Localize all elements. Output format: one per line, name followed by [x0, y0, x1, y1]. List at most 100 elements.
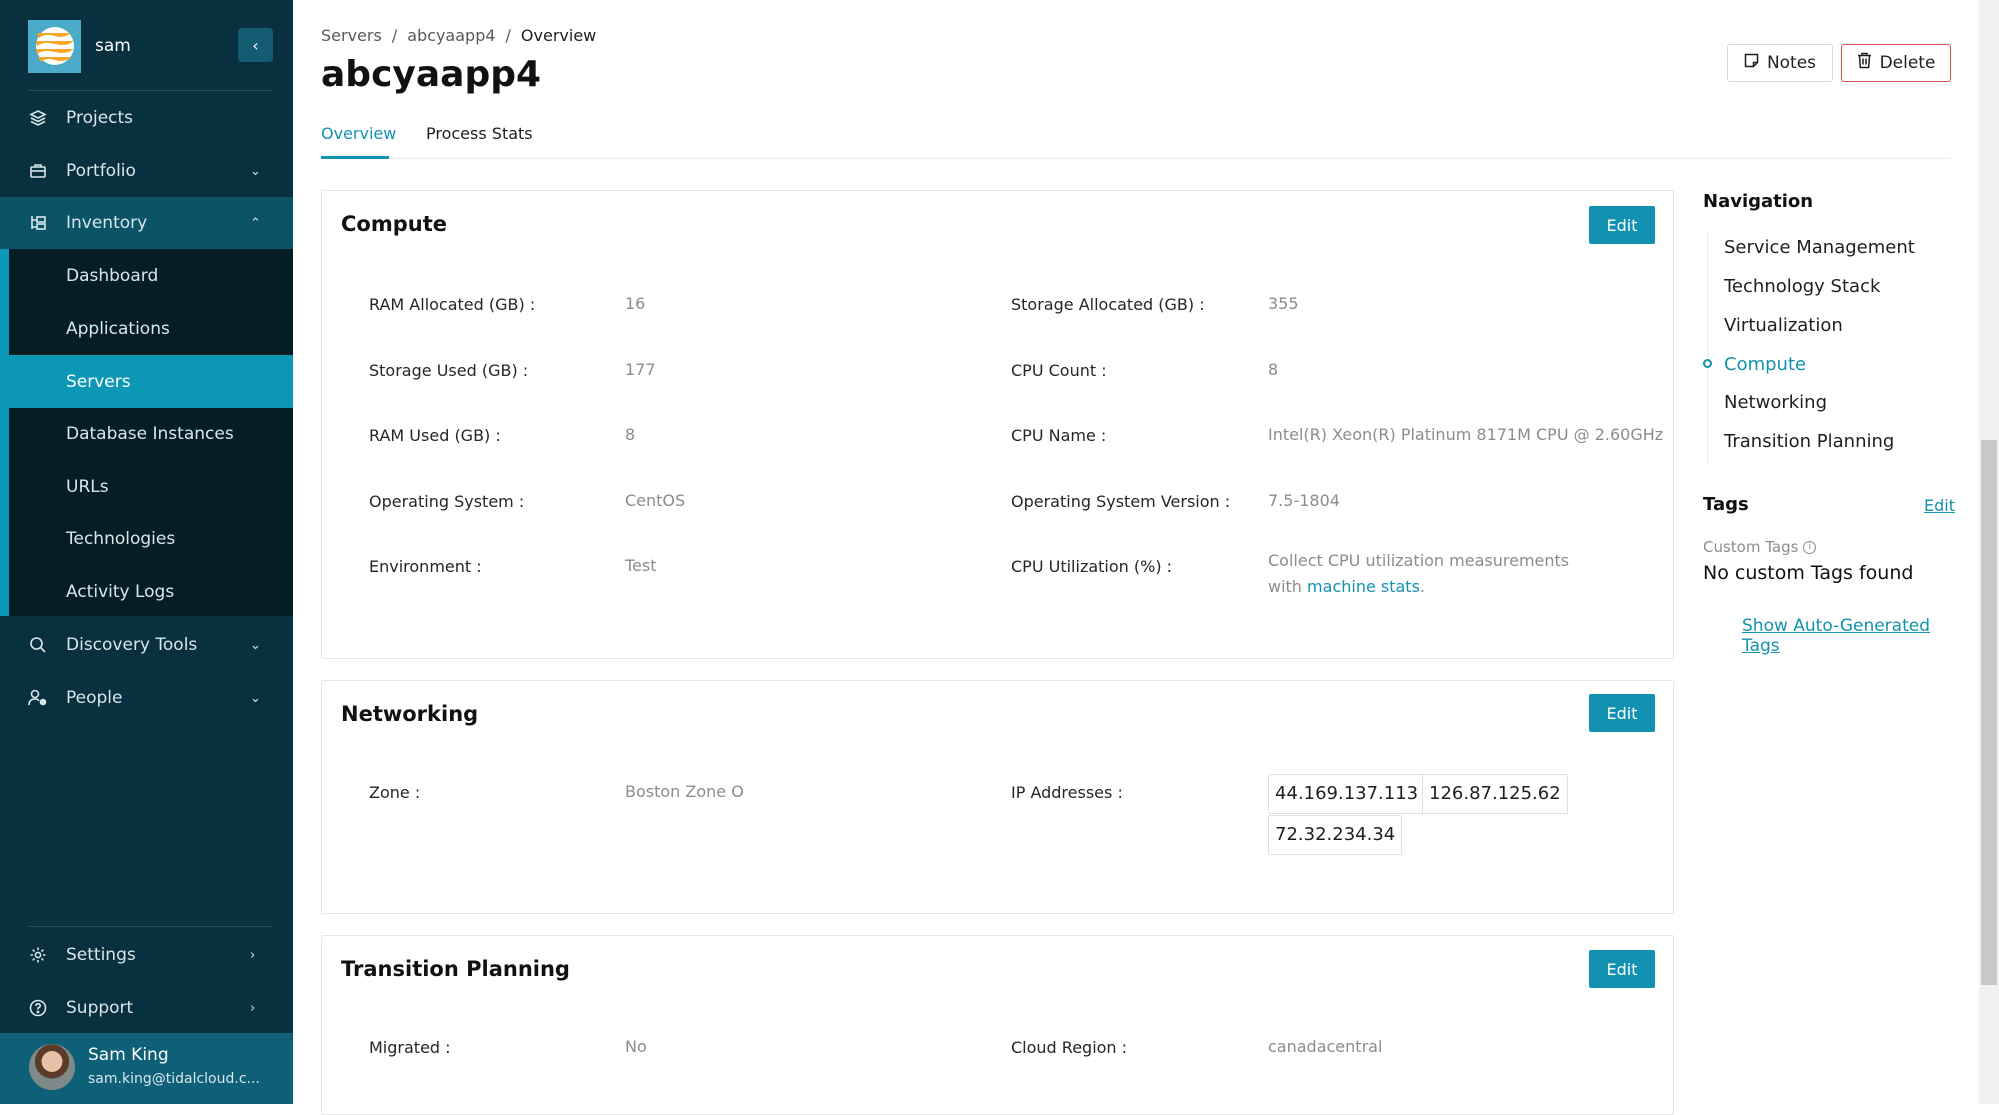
avatar — [29, 1044, 75, 1090]
storage-used-value: 177 — [625, 360, 656, 379]
tab-overview[interactable]: Overview — [321, 124, 396, 159]
field-label: Storage Allocated (GB) : — [1011, 295, 1205, 314]
sidebar-item-applications[interactable]: Applications — [0, 302, 293, 355]
trash-icon — [1857, 52, 1872, 74]
machine-stats-link[interactable]: machine stats — [1307, 577, 1420, 596]
show-auto-generated-tags-link[interactable]: Show Auto-Generated Tags — [1742, 616, 1953, 656]
sidebar-item-discovery-tools[interactable]: Discovery Tools ⌄ — [0, 619, 293, 671]
sidebar-item-database-instances[interactable]: Database Instances — [0, 407, 293, 460]
field-label: CPU Name : — [1011, 426, 1107, 445]
sidebar-item-technologies[interactable]: Technologies — [0, 512, 293, 565]
tabs: Overview Process Stats — [321, 120, 1951, 159]
sidebar-divider — [28, 90, 273, 91]
breadcrumb-separator: / — [391, 26, 398, 45]
networking-card: Networking Edit Zone : Boston Zone O IP … — [321, 680, 1674, 914]
ip-address-chip: 126.87.125.62 — [1422, 774, 1568, 814]
sidebar-item-servers[interactable]: Servers — [0, 355, 293, 408]
org-name: sam — [95, 36, 131, 56]
note-icon — [1744, 53, 1759, 73]
chevron-right-icon: › — [250, 947, 256, 963]
ip-address-chip: 72.32.234.34 — [1268, 815, 1403, 855]
people-gear-icon — [28, 688, 48, 708]
sidebar-item-support[interactable]: Support › — [0, 982, 293, 1034]
sidebar-item-portfolio[interactable]: Portfolio ⌄ — [0, 145, 293, 197]
cloud-region-value: canadacentral — [1268, 1037, 1383, 1056]
breadcrumb-current: Overview — [520, 26, 597, 45]
breadcrumb-servers[interactable]: Servers — [321, 26, 382, 45]
field-label: Cloud Region : — [1011, 1038, 1128, 1057]
section-title: Networking — [341, 702, 479, 726]
field-label: Zone : — [369, 783, 421, 802]
compute-edit-button[interactable]: Edit — [1589, 206, 1655, 244]
sidebar-item-urls[interactable]: URLs — [0, 460, 293, 513]
brand[interactable]: sam — [28, 18, 131, 74]
org-logo — [28, 19, 81, 73]
user-profile[interactable]: Sam King sam.king@tidalcloud.c... — [0, 1033, 293, 1104]
anchor-track — [1707, 232, 1708, 462]
transition-edit-button[interactable]: Edit — [1589, 950, 1655, 988]
page-scrollbar[interactable] — [1979, 0, 1999, 1104]
field-label: RAM Allocated (GB) : — [369, 295, 536, 314]
chevron-up-icon: ⌃ — [250, 215, 261, 231]
field-label: RAM Used (GB) : — [369, 426, 501, 445]
tags-edit-link[interactable]: Edit — [1924, 496, 1955, 515]
os-version-value: 7.5-1804 — [1268, 491, 1340, 510]
sidebar-item-inventory[interactable]: Inventory ⌃ — [0, 197, 293, 249]
transition-planning-card: Transition Planning Edit Migrated : No C… — [321, 935, 1674, 1115]
zone-value: Boston Zone O — [625, 782, 744, 801]
chevron-down-icon: ⌄ — [250, 637, 261, 653]
breadcrumb-server[interactable]: abcyaapp4 — [407, 26, 495, 45]
ip-address-chip: 44.169.137.113 — [1268, 774, 1426, 814]
sidebar-item-activity-logs[interactable]: Activity Logs — [0, 565, 293, 618]
sidebar-divider — [28, 926, 273, 927]
field-label: Migrated : — [369, 1038, 451, 1057]
notes-button[interactable]: Notes — [1727, 44, 1833, 82]
sidebar-item-settings[interactable]: Settings › — [0, 929, 293, 981]
no-tags-message: No custom Tags found — [1703, 562, 1914, 584]
anchor-technology-stack[interactable]: Technology Stack — [1724, 276, 1880, 297]
sidebar-item-dashboard[interactable]: Dashboard — [0, 249, 293, 302]
field-label: CPU Count : — [1011, 361, 1107, 380]
delete-button[interactable]: Delete — [1841, 44, 1951, 82]
gear-icon — [28, 945, 48, 965]
field-label: Storage Used (GB) : — [369, 361, 529, 380]
anchor-networking[interactable]: Networking — [1724, 392, 1827, 413]
main-content: Servers / abcyaapp4 / Overview abcyaapp4… — [293, 0, 1979, 1115]
breadcrumb: Servers / abcyaapp4 / Overview — [321, 26, 596, 45]
sidebar-item-people[interactable]: People ⌄ — [0, 672, 293, 724]
sidebar: sam ‹ Projects Portfolio ⌄ Inventory ⌃ D… — [0, 0, 293, 1104]
cpu-utilization-value: Collect CPU utilization measurements wit… — [1268, 551, 1570, 596]
breadcrumb-separator: / — [505, 26, 511, 45]
tab-process-stats[interactable]: Process Stats — [426, 124, 533, 159]
anchor-compute[interactable]: Compute — [1724, 354, 1806, 375]
chevron-down-icon: ⌄ — [250, 163, 261, 179]
custom-tags-label: Custom Tags i — [1703, 538, 1817, 556]
inventory-tree-icon — [28, 213, 48, 233]
anchor-virtualization[interactable]: Virtualization — [1724, 315, 1843, 336]
scrollbar-thumb[interactable] — [1981, 440, 1997, 985]
field-label: Operating System : — [369, 492, 525, 511]
chevron-left-icon: ‹ — [252, 35, 259, 55]
field-label: CPU Utilization (%) : — [1011, 557, 1173, 576]
tags-title: Tags — [1703, 494, 1749, 515]
section-title: Compute — [341, 212, 447, 236]
field-label: IP Addresses : — [1011, 783, 1123, 802]
user-email: sam.king@tidalcloud.c... — [88, 1071, 260, 1087]
ram-used-value: 8 — [625, 425, 636, 444]
chevron-down-icon: ⌄ — [250, 690, 261, 706]
anchor-service-management[interactable]: Service Management — [1724, 237, 1915, 258]
navigation-title: Navigation — [1703, 191, 1814, 212]
operating-system-value: CentOS — [625, 491, 686, 510]
field-label: Environment : — [369, 557, 482, 576]
sidebar-item-projects[interactable]: Projects — [0, 92, 293, 144]
storage-allocated-value: 355 — [1268, 294, 1299, 313]
cpu-name-value: Intel(R) Xeon(R) Platinum 8171M CPU @ 2.… — [1268, 425, 1664, 444]
section-title: Transition Planning — [341, 957, 570, 981]
help-circle-icon — [28, 998, 48, 1018]
collapse-sidebar-button[interactable]: ‹ — [238, 28, 273, 62]
info-icon[interactable]: i — [1803, 541, 1817, 554]
anchor-transition-planning[interactable]: Transition Planning — [1724, 431, 1894, 452]
user-name: Sam King — [88, 1045, 169, 1065]
networking-edit-button[interactable]: Edit — [1589, 694, 1655, 732]
field-label: Operating System Version : — [1011, 492, 1231, 511]
